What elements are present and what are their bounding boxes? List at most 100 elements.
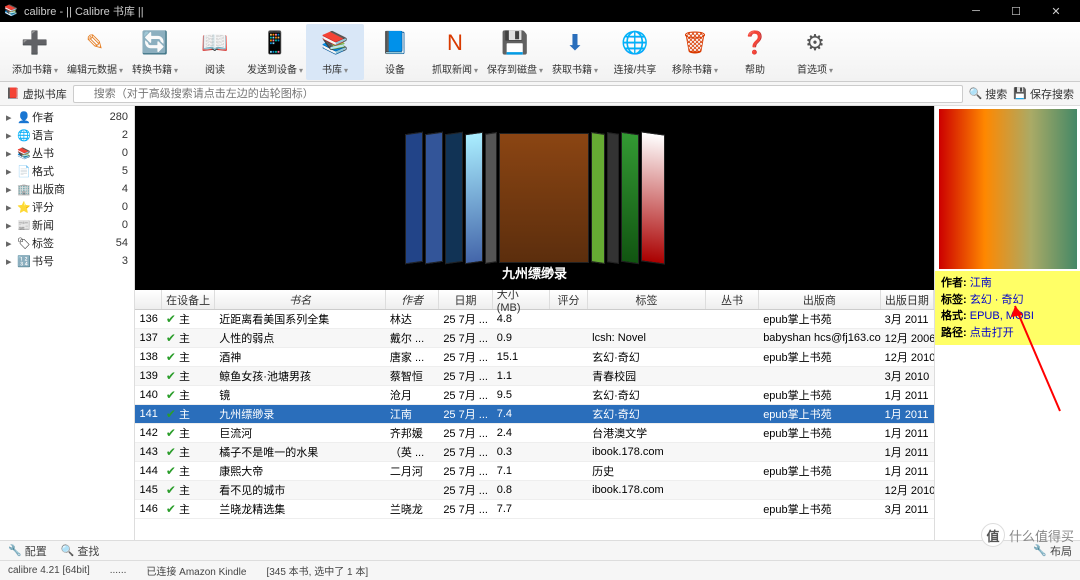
col-header[interactable]: 作者 [386,290,439,309]
table-row[interactable]: 145 ✔ 主 看不见的城市 25 7月 ... 0.8 ibook.178.c… [135,481,934,500]
tool-icon: ➕ [19,27,51,59]
cover-thumb[interactable] [405,132,423,265]
tool-icon: 📱 [259,27,291,59]
tool-阅读[interactable]: 📖阅读 [186,24,244,80]
sidebar-item-书号[interactable]: ▸🔢书号3 [0,252,134,270]
minimize-button[interactable]: ─ [956,0,996,22]
col-header[interactable]: 出版商 [759,290,880,309]
tool-获取书籍[interactable]: ⬇ 获取书籍▾ [546,24,604,80]
col-header[interactable]: 大小 (MB) [493,290,550,309]
meta-author-key: 作者: [941,275,967,292]
titlebar: 📚 calibre - || Calibre 书库 || ─ ☐ ✕ [0,0,1080,22]
chevron-right-icon: ▸ [6,201,16,214]
table-row[interactable]: 144 ✔ 主 康熙大帝 二月河 25 7月 ... 7.1 历史 epub掌上… [135,462,934,481]
books-icon: 📕 [6,87,20,100]
cover-thumb[interactable] [445,132,463,265]
col-header[interactable]: 评分 [550,290,588,309]
tool-设备[interactable]: 📘设备 [366,24,424,80]
sidebar-item-语言[interactable]: ▸🌐语言2 [0,126,134,144]
sidebar-item-作者[interactable]: ▸👤作者280 [0,108,134,126]
sidebar-item-新闻[interactable]: ▸📰新闻0 [0,216,134,234]
tool-编辑元数据[interactable]: ✎编辑元数据▾ [66,24,124,80]
cover-thumb[interactable] [621,132,639,265]
sidebar-item-出版商[interactable]: ▸🏢出版商4 [0,180,134,198]
tool-保存到磁盘[interactable]: 💾保存到磁盘▾ [486,24,544,80]
table-row[interactable]: 142 ✔ 主 巨流河 齐邦媛 25 7月 ... 2.4 台港澳文学 epub… [135,424,934,443]
tool-发送到设备[interactable]: 📱发送到设备▾ [246,24,304,80]
meta-tags-key: 标签: [941,292,967,309]
table-row[interactable]: 140 ✔ 主 镜 沧月 25 7月 ... 9.5 玄幻·奇幻 epub掌上书… [135,386,934,405]
tool-icon: 🔄 [139,27,171,59]
book-cover-image [939,109,1077,269]
coverflow-title: 九州缥缈录 [502,263,567,282]
meta-author-value[interactable]: 江南 [970,275,992,292]
chevron-right-icon: ▸ [6,111,16,124]
category-icon: 📚 [16,147,32,160]
ellipsis: ...... [110,565,127,576]
search-button[interactable]: 🔍 搜索 [969,86,1008,102]
col-header[interactable]: 在设备上 [162,290,215,309]
table-row[interactable]: 143 ✔ 主 橘子不是唯一的水果 （英 ... 25 7月 ... 0.3 i… [135,443,934,462]
maximize-button[interactable]: ☐ [996,0,1036,22]
col-header[interactable]: 标签 [588,290,706,309]
cover-center[interactable] [499,133,589,263]
annotation-arrow [1005,301,1065,421]
tool-首选项[interactable]: ⚙首选项▾ [786,24,844,80]
tool-icon: ⬇ [559,27,591,59]
table-row[interactable]: 139 ✔ 主 鲸鱼女孩·池塘男孩 蔡智恒 25 7月 ... 1.1 青春校园… [135,367,934,386]
search-bar: 📕 虚拟书库 ⚙ 🔍 搜索 💾 保存搜索 [0,82,1080,106]
cover-thumb[interactable] [607,132,619,264]
tool-label: 设备 [385,61,405,76]
category-icon: 🌐 [16,129,32,142]
window-title: calibre - || Calibre 书库 || [24,3,956,19]
check-icon: ✔ [166,312,176,326]
cover-thumb[interactable] [485,132,497,264]
sidebar-item-标签[interactable]: ▸🏷标签54 [0,234,134,252]
tool-帮助[interactable]: ❓帮助 [726,24,784,80]
tool-连接/共享[interactable]: 🌐连接/共享 [606,24,664,80]
tool-抓取新闻[interactable]: N抓取新闻▾ [426,24,484,80]
tool-转换书籍[interactable]: 🔄转换书籍▾ [126,24,184,80]
book-table: 在设备上书名作者日期大小 (MB)评分标签丛书出版商出版日期 136 ✔ 主 近… [135,290,934,540]
config-button[interactable]: 🔧配置 [8,543,47,559]
col-header[interactable]: 日期 [439,290,492,309]
tool-书库[interactable]: 📚书库▾ [306,24,364,80]
tool-label: 首选项▾ [797,61,833,76]
cover-thumb[interactable] [425,132,443,265]
search-input[interactable] [73,85,963,103]
table-row[interactable]: 141 ✔ 主 九州缥缈录 江南 25 7月 ... 7.4 玄幻·奇幻 epu… [135,405,934,424]
version-label: calibre 4.21 [64bit] [8,565,90,576]
tool-label: 获取书籍▾ [552,61,598,76]
col-header[interactable] [135,290,162,309]
cover-thumb[interactable] [591,132,605,264]
sidebar-item-丛书[interactable]: ▸📚丛书0 [0,144,134,162]
sidebar-item-格式[interactable]: ▸📄格式5 [0,162,134,180]
col-header[interactable]: 丛书 [706,290,759,309]
cover-thumb[interactable] [465,132,483,265]
sidebar-item-评分[interactable]: ▸⭐评分0 [0,198,134,216]
col-header[interactable]: 书名 [215,290,386,309]
chevron-right-icon: ▸ [6,183,16,196]
check-icon: ✔ [166,388,176,402]
table-row[interactable]: 138 ✔ 主 酒神 唐家 ... 25 7月 ... 15.1 玄幻·奇幻 e… [135,348,934,367]
category-icon: 👤 [16,111,32,124]
tool-移除书籍[interactable]: 🗑移除书籍▾ [666,24,724,80]
cover-thumb[interactable] [641,131,665,264]
category-icon: 📄 [16,165,32,178]
chevron-right-icon: ▸ [6,219,16,232]
table-row[interactable]: 137 ✔ 主 人性的弱点 戴尔 ... 25 7月 ... 0.9 lcsh:… [135,329,934,348]
find-button[interactable]: 🔍查找 [61,543,100,559]
book-count-label: [345 本书, 选中了 1 本] [266,563,368,578]
category-icon: 🏷 [16,237,32,250]
tool-label: 连接/共享 [614,61,657,76]
config-bar: 🔧配置 🔍查找 🔧布局 [0,540,1080,560]
cover-preview[interactable] [935,106,1080,271]
close-button[interactable]: ✕ [1036,0,1076,22]
save-search-button[interactable]: 💾 保存搜索 [1013,86,1074,102]
col-header[interactable]: 出版日期 [881,290,934,309]
tool-添加书籍[interactable]: ➕添加书籍▾ [6,24,64,80]
virtual-library-button[interactable]: 📕 虚拟书库 [6,86,67,102]
cover-flow[interactable]: 九州缥缈录 [135,106,934,290]
search-icon: 🔍 [969,87,983,100]
table-row[interactable]: 146 ✔ 主 兰晓龙精选集 兰晓龙 25 7月 ... 7.7 epub掌上书… [135,500,934,519]
